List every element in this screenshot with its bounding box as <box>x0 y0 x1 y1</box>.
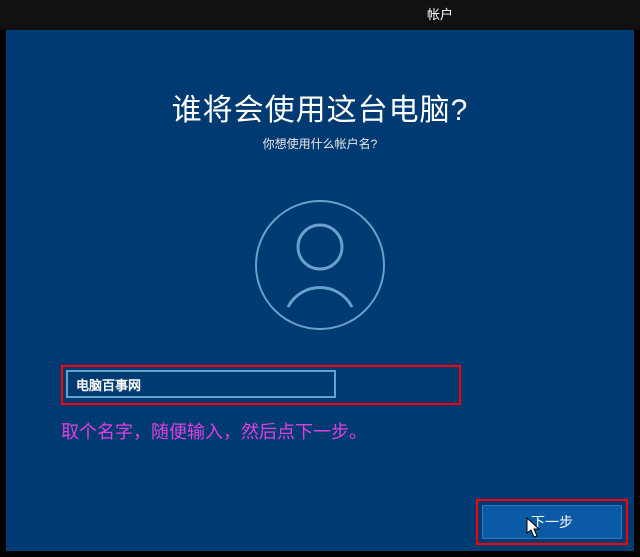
screen: 帐户 谁将会使用这台电脑? 你想使用什么帐户名? 取个名字，随便输入，然后点下一… <box>0 0 640 557</box>
annotation-text: 取个名字，随便输入，然后点下一步。 <box>61 418 367 444</box>
avatar <box>255 200 385 330</box>
avatar-circle <box>255 200 385 330</box>
username-input[interactable] <box>66 370 336 398</box>
next-button[interactable]: 下一步 <box>482 505 622 539</box>
next-button-label: 下一步 <box>531 512 573 532</box>
tab-accounts[interactable]: 帐户 <box>350 0 530 32</box>
setup-panel: 谁将会使用这台电脑? 你想使用什么帐户名? 取个名字，随便输入，然后点下一步。 … <box>6 30 634 551</box>
highlight-box-next: 下一步 <box>476 499 628 545</box>
highlight-box-username <box>61 365 461 405</box>
user-icon <box>280 221 360 309</box>
tab-label: 帐户 <box>427 7 453 22</box>
page-subtitle: 你想使用什么帐户名? <box>6 135 634 152</box>
page-title: 谁将会使用这台电脑? <box>6 85 634 129</box>
top-bar: 帐户 <box>0 0 640 30</box>
